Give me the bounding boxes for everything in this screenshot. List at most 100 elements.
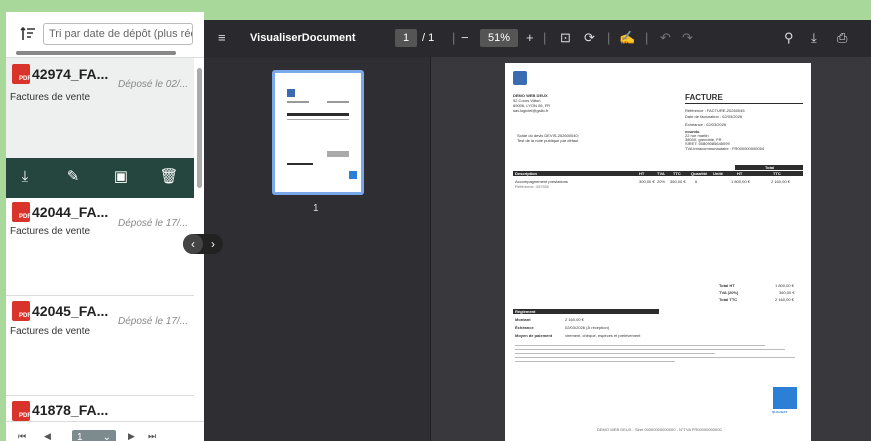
redo-icon[interactable]: ↷	[682, 30, 693, 46]
table-cell: 300,00 €	[639, 179, 655, 184]
fit-page-icon[interactable]: ⊡	[560, 30, 571, 46]
print-icon[interactable]: ⎙	[837, 30, 847, 46]
scrollbar-thumb[interactable]	[16, 51, 176, 55]
document-list-panel: Tri par date de dépôt (plus récent) PDF …	[6, 12, 204, 441]
vertical-scrollbar[interactable]	[196, 58, 204, 408]
legal-text-line	[515, 349, 785, 350]
column-header: HT	[639, 171, 645, 176]
payment-label: Moyen de paiement	[515, 333, 553, 338]
scrollbar-thumb[interactable]	[197, 68, 202, 188]
sort-icon[interactable]	[20, 26, 36, 42]
expand-right-icon[interactable]: ›	[203, 234, 223, 254]
column-header: TTC	[773, 171, 781, 176]
undo-icon[interactable]: ↶	[660, 30, 671, 46]
column-header: HT	[737, 171, 743, 176]
delete-icon[interactable]: 🗑	[158, 166, 180, 188]
legal-text-line	[515, 345, 765, 346]
payment-label: Échéance	[515, 325, 534, 330]
panel-toggle[interactable]: ‹ ›	[183, 234, 223, 254]
row-reference: Référence: 437550	[515, 184, 550, 189]
payment-label: Montant	[515, 317, 531, 322]
column-header: Unité	[713, 171, 723, 176]
download-icon[interactable]: ⤓	[14, 166, 36, 188]
legal-text-line	[515, 353, 715, 354]
toolbar-divider: |	[607, 30, 611, 45]
horizontal-scrollbar[interactable]	[10, 49, 190, 57]
payment-value: 2 160,00 €	[565, 317, 584, 322]
menu-icon[interactable]: ≡	[218, 30, 226, 45]
thumb-brand	[349, 171, 357, 179]
annotate-icon[interactable]: ✍	[619, 30, 635, 46]
column-header: Description	[515, 171, 538, 176]
zoom-level[interactable]: 51%	[480, 29, 518, 47]
client-tva: TVA intracommunautaire : FR000000000054	[685, 146, 765, 151]
page-select[interactable]: 1 ⌄	[72, 430, 116, 441]
collapse-left-icon[interactable]: ‹	[183, 234, 203, 254]
table-cell: 1 800,00 €	[731, 179, 750, 184]
total-label: Total HT	[719, 283, 735, 288]
list-item[interactable]: PDF 42044_FA... Déposé le 17/... Facture…	[6, 198, 194, 296]
page-select-value: 1	[77, 432, 83, 441]
pdf-file-icon: PDF	[12, 202, 31, 222]
page-number-input[interactable]: 1	[395, 29, 417, 47]
page-thumbnail[interactable]	[272, 70, 364, 195]
highlight-icon[interactable]: ⚲	[784, 30, 794, 46]
edit-icon[interactable]: ✎	[62, 166, 84, 188]
table-cell: 20%	[657, 179, 666, 184]
legal-text-line	[515, 361, 675, 362]
pagination: ⏮ ◀ 1 ⌄ ▶ ⏭	[6, 421, 204, 441]
heading-rule	[685, 103, 803, 104]
pdf-file-icon: PDF	[12, 64, 31, 84]
sort-bar: Tri par date de dépôt (plus récent)	[6, 12, 204, 58]
viewer-title: VisualiserDocument	[250, 32, 356, 44]
certification-logo	[773, 387, 797, 409]
column-header: Quantité	[691, 171, 708, 176]
thumbnail-page-number: 1	[313, 203, 319, 214]
document-heading: FACTURE	[685, 93, 723, 102]
thumb-line	[327, 101, 349, 103]
payment-value: virement, chèque, espèces et prélèvement	[565, 333, 641, 338]
item-name: 42044_FA...	[32, 204, 109, 220]
total-value: 2 160,00 €	[775, 297, 794, 302]
note-line: Test de la note publique par défaut	[517, 138, 579, 143]
column-header: TVA	[657, 171, 665, 176]
next-page-icon[interactable]: ▶	[128, 431, 135, 441]
previous-page-icon[interactable]: ◀	[44, 431, 51, 441]
download-icon[interactable]: ⤓	[811, 30, 817, 46]
zoom-out-icon[interactable]: −	[461, 30, 469, 45]
chevron-down-icon: ⌄	[102, 432, 111, 441]
thumb-logo	[287, 89, 295, 97]
zoom-in-icon[interactable]: +	[526, 30, 534, 45]
thumb-totals	[327, 151, 349, 157]
column-header: TTC	[673, 171, 681, 176]
invoice-due: Échéance : 02/03/2026	[685, 122, 727, 127]
first-page-icon[interactable]: ⏮	[18, 431, 26, 441]
table-cell: 2 160,00 €	[771, 179, 790, 184]
thumbnail-sidebar: 1	[204, 57, 431, 441]
total-value: 1 800,00 €	[775, 283, 794, 288]
item-name: 41878_FA...	[32, 402, 109, 418]
certification-label: QUALIBAT	[772, 410, 788, 414]
table-cell: 6	[695, 179, 698, 184]
move-folder-icon[interactable]: ▣	[110, 166, 132, 188]
item-date: Déposé le 17/...	[118, 218, 189, 229]
pdf-file-icon: PDF	[12, 301, 31, 321]
toolbar-divider: |	[452, 30, 456, 45]
list-item[interactable]: PDF 41878_FA...	[6, 396, 194, 421]
thumb-line	[287, 101, 309, 103]
rotate-icon[interactable]: ⟳	[584, 30, 595, 46]
payment-value: 02/03/2026 (À réception)	[565, 325, 610, 330]
company-email: sav.logiciel@gallo.fr	[513, 108, 549, 113]
pdf-file-icon: PDF	[12, 401, 31, 421]
total-value: 360,00 €	[779, 290, 795, 295]
item-date: Déposé le 17/...	[118, 316, 189, 327]
sort-select[interactable]: Tri par date de dépôt (plus récent)	[43, 23, 193, 45]
invoice-date: Date de facturation : 02/03/2026	[685, 114, 743, 119]
page-footer: DEMO WEB DEUX - Siret 00000000000000 - N…	[597, 427, 722, 432]
invoice-reference: Référence : FACTURE-20260045	[685, 108, 745, 113]
thumb-table	[287, 113, 349, 116]
list-item[interactable]: PDF 42045_FA... Déposé le 17/... Facture…	[6, 296, 194, 396]
last-page-icon[interactable]: ⏭	[148, 431, 156, 441]
document-page: DEMO WEB DEUX 92 Cours Vitton 69006, LYO…	[505, 63, 811, 441]
company-logo	[513, 71, 527, 85]
